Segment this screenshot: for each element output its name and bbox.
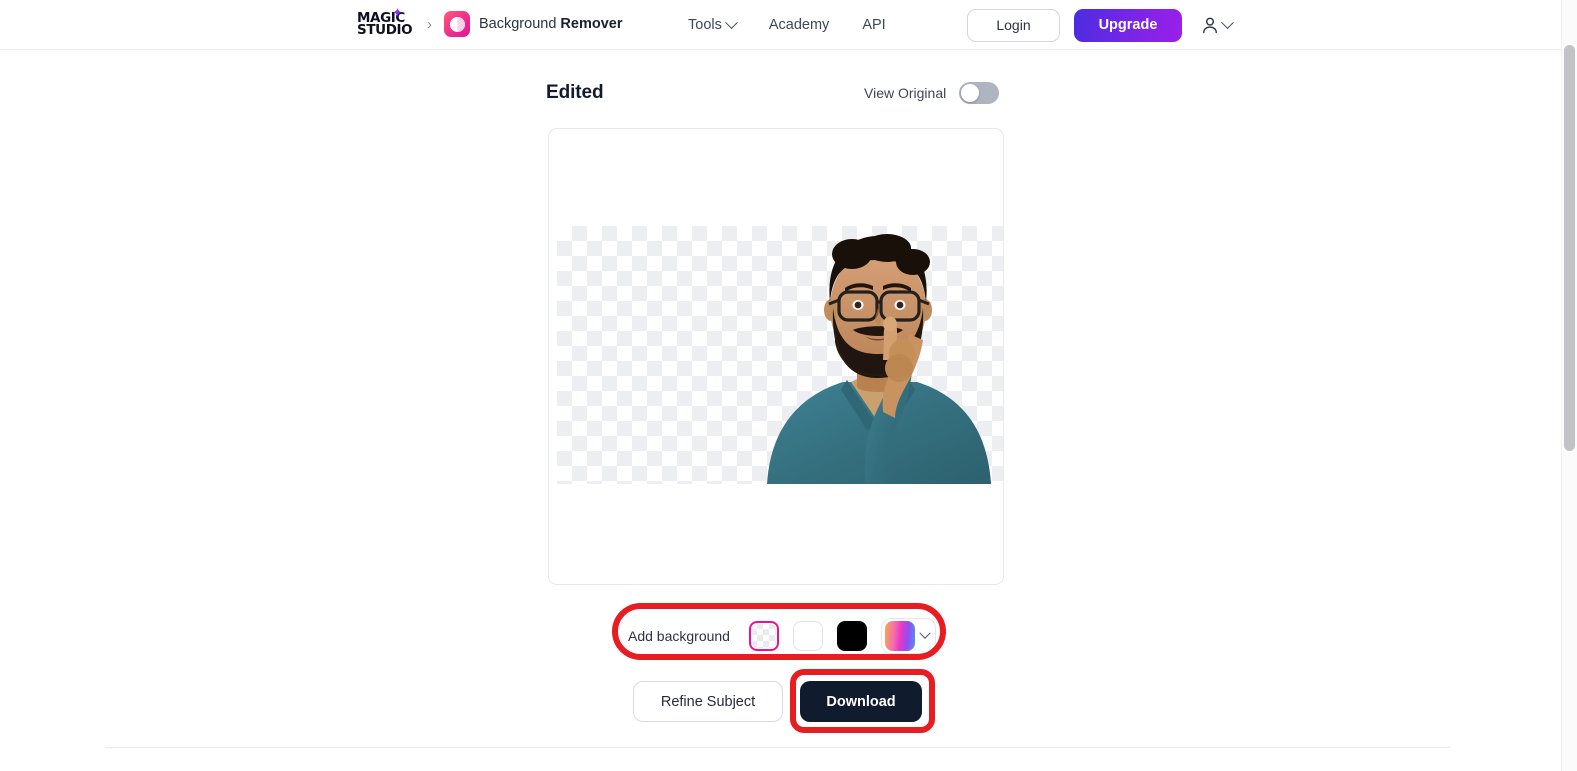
breadcrumb-title-bold: Remover — [560, 16, 623, 32]
view-original-label: View Original — [864, 85, 947, 101]
account-menu[interactable] — [1200, 15, 1234, 35]
page-top-shade — [0, 50, 1561, 58]
logo-line-2: STUDIO — [357, 22, 413, 38]
view-original-control: View Original — [864, 82, 1000, 104]
background-swatch-white[interactable] — [792, 621, 823, 651]
main-nav: Tools Academy API — [688, 0, 886, 50]
nav-item-academy-label: Academy — [768, 17, 830, 33]
image-canvas[interactable] — [548, 128, 1004, 585]
sparkle-icon: ✦ — [392, 5, 403, 20]
breadcrumb: ✦ MAGIC STUDIO › Background Remover — [357, 5, 622, 39]
view-original-toggle[interactable] — [959, 82, 1000, 104]
background-swatch-transparent[interactable] — [748, 621, 779, 651]
background-remover-app-icon — [444, 11, 470, 37]
login-button[interactable]: Login — [967, 8, 1060, 42]
refine-subject-button[interactable]: Refine Subject — [633, 681, 783, 722]
background-swatch-gradient[interactable] — [884, 621, 915, 651]
add-background-label: Add background — [628, 628, 730, 644]
background-gradient-picker[interactable] — [880, 618, 936, 654]
toggle-knob — [961, 84, 980, 102]
page-scrollbar[interactable] — [1561, 0, 1577, 771]
chevron-down-icon — [919, 627, 931, 639]
subject-image — [767, 234, 991, 484]
footer-divider — [105, 747, 1450, 748]
upgrade-button[interactable]: Upgrade — [1074, 8, 1182, 42]
background-swatch-black[interactable] — [836, 621, 867, 651]
nav-item-tools[interactable]: Tools — [688, 15, 738, 33]
action-buttons: Refine Subject Download — [633, 681, 922, 722]
nav-item-academy[interactable]: Academy — [769, 17, 829, 33]
add-background-row: Add background — [628, 618, 936, 654]
page-root: ✦ MAGIC STUDIO › Background Remover Tool… — [0, 0, 1577, 771]
transparent-checkerboard — [557, 226, 1003, 484]
nav-item-tools-label: Tools — [688, 17, 722, 33]
user-account-icon — [1203, 17, 1217, 34]
magic-studio-logo[interactable]: ✦ MAGIC STUDIO — [357, 5, 415, 39]
nav-item-api[interactable]: API — [862, 17, 885, 33]
chevron-down-icon — [1221, 15, 1234, 29]
breadcrumb-separator: › — [427, 15, 432, 33]
download-button[interactable]: Download — [800, 681, 922, 722]
scrollbar-thumb[interactable] — [1564, 45, 1575, 451]
breadcrumb-title: Background Remover — [479, 16, 622, 32]
header-actions: Login Upgrade — [967, 0, 1234, 50]
page-title: Edited — [546, 82, 604, 103]
site-header: ✦ MAGIC STUDIO › Background Remover Tool… — [0, 0, 1569, 50]
breadcrumb-title-regular: Background — [479, 16, 561, 32]
chevron-down-icon — [724, 15, 738, 29]
nav-item-api-label: API — [862, 17, 886, 33]
